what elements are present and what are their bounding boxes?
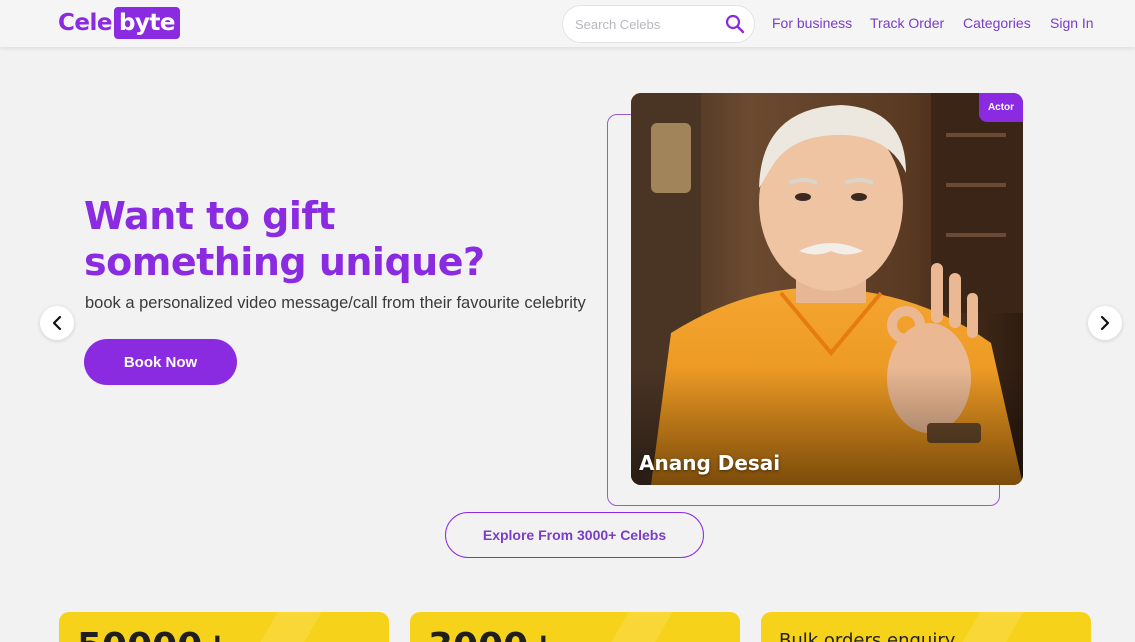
chevron-left-icon bbox=[52, 315, 62, 331]
nav-track-order[interactable]: Track Order bbox=[870, 15, 944, 31]
nav-categories[interactable]: Categories bbox=[963, 15, 1031, 31]
carousel-next-button[interactable] bbox=[1088, 306, 1122, 340]
top-navbar: Cele byte For business Track Order Categ… bbox=[0, 0, 1135, 47]
category-badge: Actor bbox=[979, 93, 1023, 122]
nav-sign-in[interactable]: Sign In bbox=[1050, 15, 1094, 31]
book-now-button[interactable]: Book Now bbox=[84, 339, 237, 385]
logo-text-cele: Cele bbox=[58, 10, 112, 36]
stat-card-bulk-enquiry[interactable]: Bulk orders enquiry bbox=[761, 612, 1091, 642]
celebrity-name: Anang Desai bbox=[639, 451, 781, 475]
celebyte-logo[interactable]: Cele byte bbox=[58, 7, 181, 39]
stat-value: 50000+ bbox=[77, 626, 232, 642]
search-icon[interactable] bbox=[725, 14, 745, 34]
logo-text-byte: byte bbox=[113, 7, 181, 39]
hero-subtitle: book a personalized video message/call f… bbox=[85, 294, 586, 312]
nav-for-business[interactable]: For business bbox=[772, 15, 852, 31]
chevron-right-icon bbox=[1100, 315, 1110, 331]
carousel-prev-button[interactable] bbox=[40, 306, 74, 340]
stat-card-orders: 50000+ bbox=[59, 612, 389, 642]
celebrity-photo bbox=[631, 93, 1023, 485]
bulk-enquiry-label: Bulk orders enquiry bbox=[779, 630, 956, 642]
search-box bbox=[562, 5, 755, 43]
hero-title: Want to gift something unique? bbox=[84, 194, 485, 284]
search-input[interactable] bbox=[575, 16, 715, 32]
stat-value: 3000+ bbox=[428, 626, 558, 642]
explore-celebs-button[interactable]: Explore From 3000+ Celebs bbox=[445, 512, 704, 558]
celebrity-card[interactable]: Actor Anang Desai bbox=[631, 93, 1023, 485]
stat-card-celebs: 3000+ bbox=[410, 612, 740, 642]
